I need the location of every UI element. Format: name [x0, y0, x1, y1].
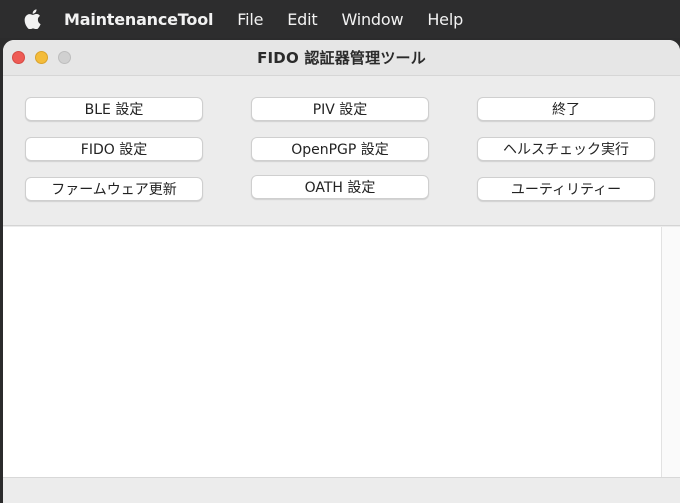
- help-menu[interactable]: Help: [427, 10, 463, 29]
- close-window-button[interactable]: [12, 51, 25, 64]
- window-menu[interactable]: Window: [341, 10, 403, 29]
- window-title: FIDO 認証器管理ツール: [257, 49, 426, 67]
- ble-settings-button[interactable]: BLE 設定: [25, 97, 203, 121]
- file-menu[interactable]: File: [237, 10, 263, 29]
- main-window: FIDO 認証器管理ツール BLE 設定 PIV 設定 終了 FIDO 設定 O…: [3, 40, 680, 503]
- title-bar[interactable]: FIDO 認証器管理ツール: [3, 40, 680, 76]
- log-text-area[interactable]: [3, 227, 661, 477]
- firmware-update-button[interactable]: ファームウェア更新: [25, 177, 203, 201]
- piv-settings-button[interactable]: PIV 設定: [251, 97, 429, 121]
- zoom-window-button[interactable]: [58, 51, 71, 64]
- health-check-button[interactable]: ヘルスチェック実行: [477, 137, 655, 161]
- oath-settings-button[interactable]: OATH 設定: [251, 175, 429, 199]
- quit-button[interactable]: 終了: [477, 97, 655, 121]
- menu-bar: MaintenanceTool File Edit Window Help: [0, 0, 680, 38]
- apple-menu-icon[interactable]: [22, 8, 42, 30]
- log-scrollbar[interactable]: [661, 227, 680, 477]
- app-menu[interactable]: MaintenanceTool: [64, 10, 213, 29]
- openpgp-settings-button[interactable]: OpenPGP 設定: [251, 137, 429, 161]
- window-controls: [12, 51, 81, 64]
- fido-settings-button[interactable]: FIDO 設定: [25, 137, 203, 161]
- command-panel: BLE 設定 PIV 設定 終了 FIDO 設定 OpenPGP 設定 ヘルスチ…: [3, 76, 680, 226]
- utility-button[interactable]: ユーティリティー: [477, 177, 655, 201]
- status-bar: [3, 477, 680, 503]
- minimize-window-button[interactable]: [35, 51, 48, 64]
- edit-menu[interactable]: Edit: [287, 10, 317, 29]
